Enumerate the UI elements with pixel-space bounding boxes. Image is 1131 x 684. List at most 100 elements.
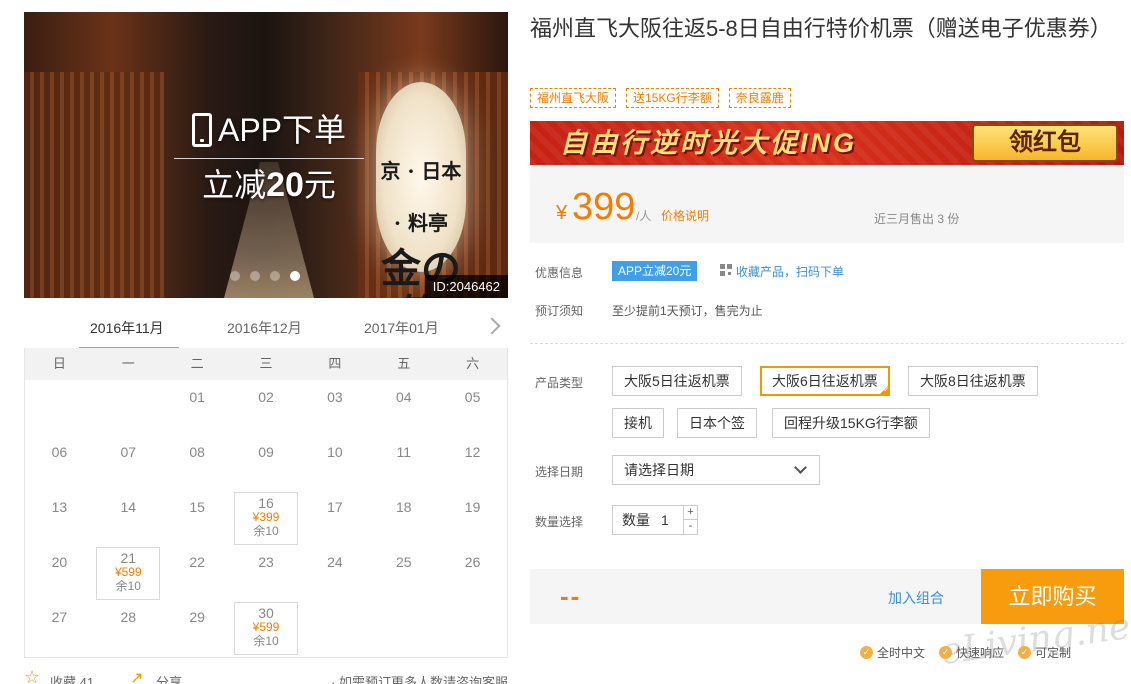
- day-number: 29: [189, 609, 205, 625]
- sold-count: 近三月售出 3 份: [874, 212, 960, 226]
- quantity-input[interactable]: 1: [661, 506, 669, 534]
- day-number: 11: [396, 444, 411, 460]
- option-label: 日本个签: [689, 415, 745, 431]
- calendar-day: 03: [300, 380, 369, 435]
- option-label: 回程升级15KG行李额: [784, 415, 918, 431]
- option-baggage-upgrade[interactable]: 回程升级15KG行李额: [772, 408, 930, 438]
- app-promo-line2: 立减20元: [174, 165, 364, 205]
- calendar-day: 18: [369, 490, 438, 545]
- weekday-label: 四: [328, 356, 342, 371]
- chevron-right-icon[interactable]: [483, 317, 501, 335]
- day-number: [94, 380, 163, 389]
- calendar-day: [25, 380, 94, 435]
- calendar-day: 29: [163, 600, 232, 655]
- calendar-day: 07: [94, 435, 163, 490]
- calendar-day: 12: [438, 435, 507, 490]
- chevron-down-icon: [794, 461, 807, 474]
- paper-lantern: 京 · 日本 · 料亭 金の箸: [376, 82, 466, 298]
- guarantee-item: ✓ 全时中文: [860, 644, 925, 661]
- carousel-dot[interactable]: [290, 271, 300, 281]
- option-label: 接机: [624, 415, 652, 431]
- day-number: 14: [120, 499, 137, 515]
- calendar-month-tabs: 2016年11月 2016年12月 2017年01月: [24, 312, 508, 350]
- guarantee-item: ✓ 快速响应: [939, 644, 1004, 661]
- day-number: 24: [327, 554, 343, 570]
- service-guarantees: ✓ 全时中文 ✓ 快速响应 ✓ 可定制: [860, 644, 1071, 661]
- day-number: 07: [120, 444, 137, 460]
- tab-month-2016-11[interactable]: 2016年11月: [90, 318, 164, 338]
- calendar-day: 02: [232, 380, 301, 435]
- day-stock: 余10: [115, 579, 141, 593]
- notice-label: 预订须知: [535, 304, 584, 318]
- calendar-day: 04: [369, 380, 438, 435]
- day-number: 01: [189, 389, 205, 405]
- weekday-label: 五: [397, 356, 411, 371]
- quantity-plus-button[interactable]: +: [683, 506, 697, 520]
- day-number: 18: [395, 499, 412, 515]
- calendar-grid: 01 02 03 04 05 06 07 08 09 10 11 12 13 14 15 16 ¥399 余10 1…: [25, 380, 507, 655]
- phone-icon: [191, 113, 212, 147]
- day-number: 05: [464, 389, 481, 405]
- weekday-label: 日: [52, 356, 66, 371]
- option-label: 大阪5日往返机票: [624, 373, 730, 389]
- tab-month-2017-01[interactable]: 2017年01月: [364, 318, 439, 338]
- calendar-day: 11: [369, 435, 438, 490]
- currency-symbol: ¥: [556, 202, 568, 224]
- option-label: 大阪6日往返机票: [772, 373, 878, 389]
- day-number: 17: [327, 499, 343, 515]
- tab-month-2016-12[interactable]: 2016年12月: [227, 318, 302, 338]
- calendar-day: 17: [300, 490, 369, 545]
- calendar-day: 19: [438, 490, 507, 545]
- option-japan-visa[interactable]: 日本个签: [677, 408, 757, 438]
- day-number: 13: [51, 499, 68, 515]
- buy-bar: -- 加入组合 立即购买: [530, 569, 1124, 624]
- add-to-combo-link[interactable]: 加入组合: [888, 588, 944, 608]
- qr-code-icon[interactable]: [720, 264, 732, 276]
- calendar-week-row: 20 21 ¥599 余10 22 23 24 25 26: [25, 545, 507, 600]
- calendar-day: 06: [25, 435, 94, 490]
- product-hero-image[interactable]: 京 · 日本 · 料亭 金の箸 APP下单 立减20元 ID:2046462: [24, 12, 508, 298]
- date-select[interactable]: 请选择日期: [612, 455, 820, 485]
- date-label: 选择日期: [535, 465, 584, 479]
- favorite-button[interactable]: 收藏 41: [50, 672, 94, 684]
- option-osaka-6day[interactable]: 大阪6日往返机票: [760, 366, 890, 396]
- app-promo-divider: [174, 158, 364, 159]
- day-price: ¥599: [114, 565, 142, 579]
- option-label: 大阪8日往返机票: [920, 373, 1026, 389]
- day-stock: 余10: [253, 634, 279, 648]
- price-unit: /人: [636, 209, 652, 223]
- quantity-inner-label: 数量: [622, 512, 650, 528]
- share-icon[interactable]: ↗: [130, 668, 143, 684]
- calendar-day: 01: [163, 380, 232, 435]
- app-promo-suffix: 元: [303, 167, 336, 203]
- check-icon: ✓: [939, 646, 953, 659]
- calendar-day: 20: [25, 545, 94, 600]
- product-tags: 福州直飞大阪 送15KG行李额 奈良露鹿: [530, 88, 791, 108]
- guarantee-item: ✓ 可定制: [1018, 644, 1071, 661]
- carousel-dot[interactable]: [230, 271, 240, 281]
- option-airport-pickup[interactable]: 接机: [612, 408, 664, 438]
- scan-qr-link[interactable]: 收藏产品，扫码下单: [736, 263, 844, 280]
- option-osaka-8day[interactable]: 大阪8日往返机票: [908, 366, 1038, 396]
- day-number: 08: [189, 444, 205, 460]
- calendar-day-available[interactable]: 21 ¥599 余10: [94, 545, 163, 600]
- carousel-dot[interactable]: [270, 271, 280, 281]
- contact-note: · 如需预订更多人数请咨询客服: [331, 675, 508, 684]
- price-explanation-link[interactable]: 价格说明: [661, 207, 709, 224]
- price-calendar: 日 一 二 三 四 五 六 01 02 03 04 05 06 07 08 09 10 11 12 13 14 15 16…: [24, 348, 508, 658]
- total-price: --: [560, 581, 582, 611]
- discount-label: 优惠信息: [535, 266, 584, 280]
- quantity-minus-button[interactable]: -: [683, 520, 697, 534]
- product-price: 399: [572, 186, 636, 228]
- calendar-day-available[interactable]: 30 ¥599 余10: [232, 600, 301, 655]
- calendar-day-available[interactable]: 16 ¥399 余10: [232, 490, 301, 545]
- carousel-dot[interactable]: [250, 271, 260, 281]
- option-osaka-5day[interactable]: 大阪5日往返机票: [612, 366, 742, 396]
- share-button[interactable]: 分享: [156, 672, 182, 684]
- calendar-day: 09: [232, 435, 301, 490]
- calendar-day: 15: [163, 490, 232, 545]
- red-packet-button[interactable]: 领红包: [972, 124, 1118, 162]
- promo-banner-text: 自由行逆时光大促ING: [560, 128, 858, 158]
- promo-banner[interactable]: 自由行逆时光大促ING 领红包: [530, 121, 1124, 165]
- star-icon[interactable]: ☆: [24, 668, 40, 684]
